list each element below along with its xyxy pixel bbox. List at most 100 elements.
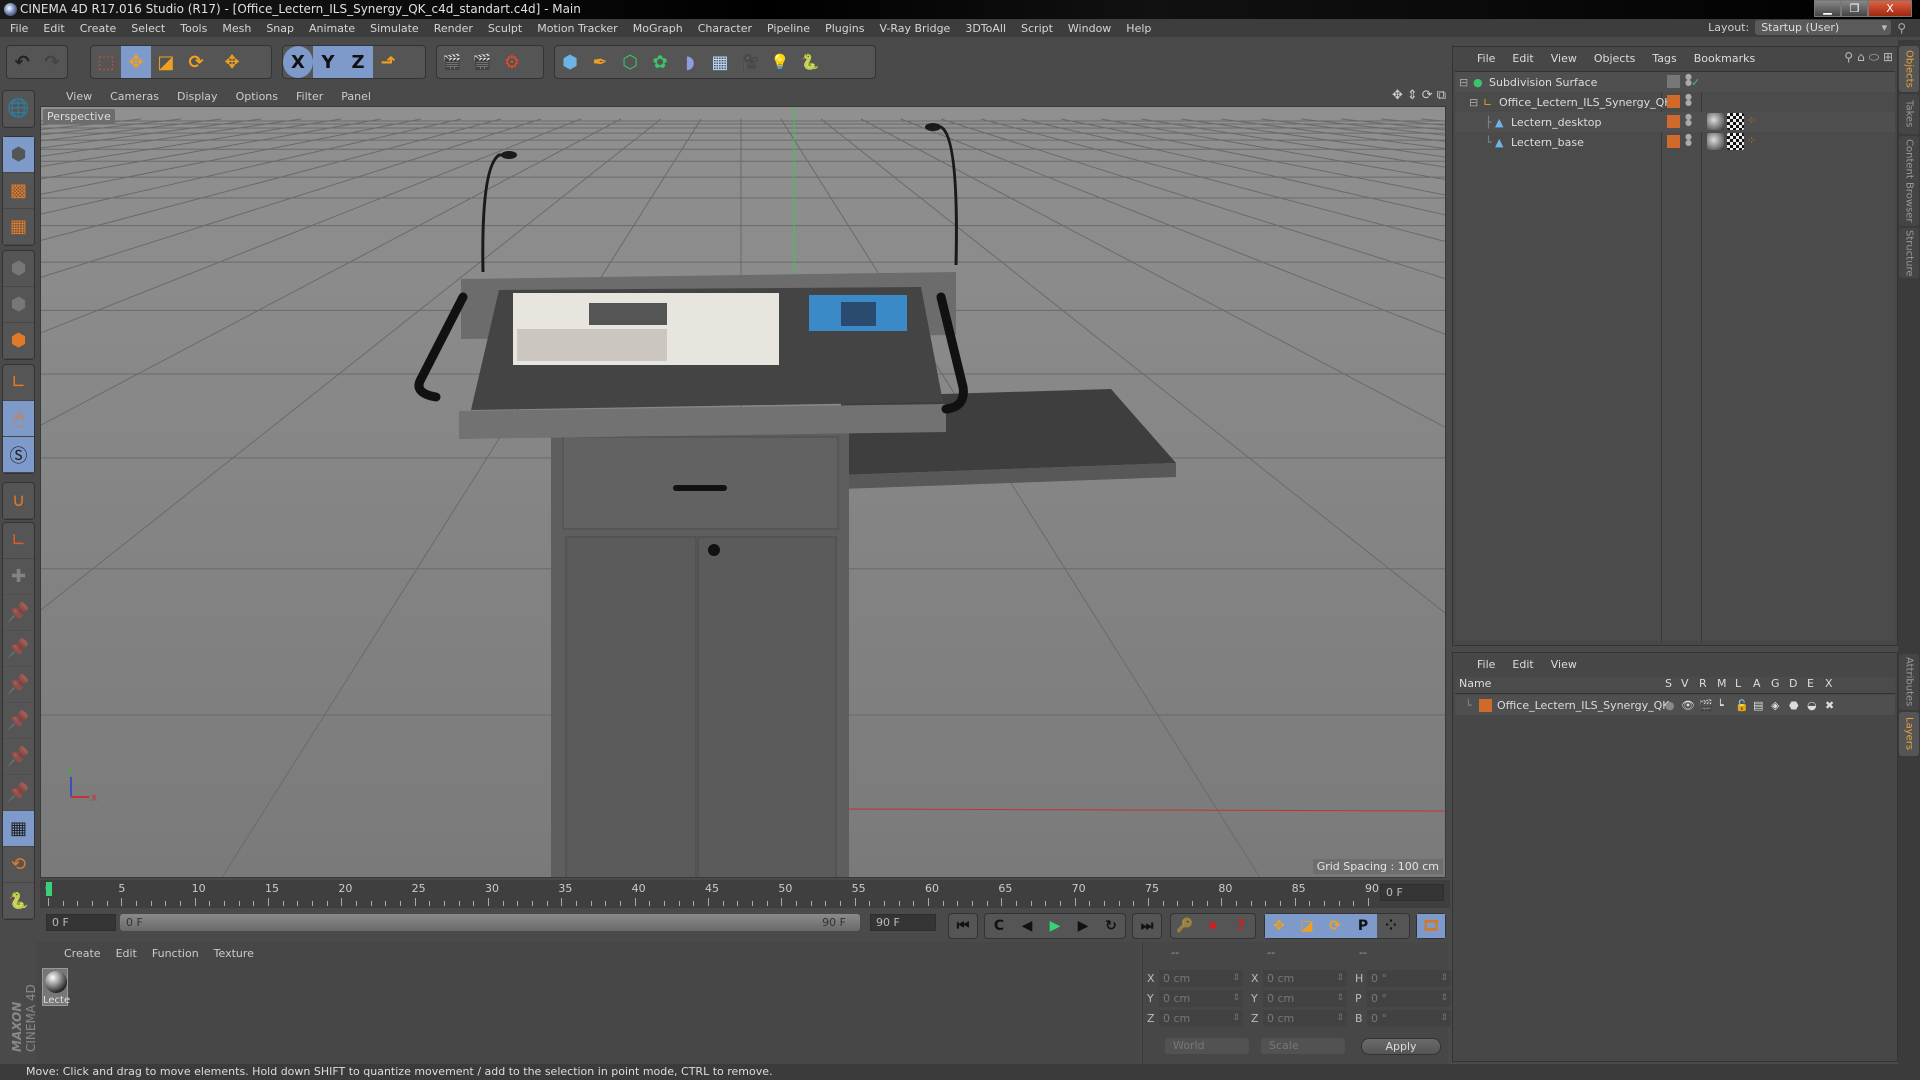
menu-edit[interactable]: Edit — [43, 22, 64, 35]
polygons-mode-icon[interactable]: ⬢ — [3, 323, 34, 359]
selection-tag-icon[interactable]: ⁘ — [1747, 114, 1756, 127]
redo-icon[interactable]: ↷ — [37, 46, 67, 78]
key-position-icon[interactable]: ✥ — [1265, 914, 1293, 938]
om-menu-bookmarks[interactable]: Bookmarks — [1694, 52, 1755, 65]
workplane-axis-icon[interactable]: ∟ — [3, 523, 34, 559]
size-mode-dropdown[interactable]: Scale — [1261, 1038, 1345, 1054]
menu-plugins[interactable]: Plugins — [825, 22, 864, 35]
move-tool-icon[interactable]: ✥ — [121, 46, 151, 78]
om-menu-edit[interactable]: Edit — [1512, 52, 1533, 65]
menu-create[interactable]: Create — [80, 22, 117, 35]
tweak-mode-icon[interactable]: 🖱 — [3, 401, 34, 437]
col-locked[interactable]: L — [1735, 677, 1741, 690]
end-frame-field[interactable]: 90 F — [870, 914, 936, 931]
pan-icon[interactable]: ✥ — [1392, 88, 1403, 103]
light-icon[interactable]: 💡 — [765, 46, 795, 78]
autokey-icon[interactable]: ⏺ — [1199, 914, 1227, 938]
xref-icon[interactable]: ✖ — [1825, 699, 1834, 712]
material-tag-icon[interactable] — [1707, 113, 1724, 130]
layer-swatch[interactable] — [1667, 115, 1680, 128]
pin-psr-icon[interactable]: 📌 — [3, 667, 34, 703]
viewport-menu-filter[interactable]: Filter — [296, 90, 323, 103]
object-row-subdivision[interactable]: ⊟ ● Subdivision Surface ● ● ✓ — [1455, 72, 1895, 92]
pin-r-icon[interactable]: 📌 — [3, 631, 34, 667]
tab-content-browser[interactable]: Content Browser — [1899, 136, 1919, 226]
workplane-mode-icon[interactable]: ▦ — [3, 209, 34, 245]
playhead[interactable] — [46, 882, 52, 896]
camera-icon[interactable]: 🎥 — [735, 46, 765, 78]
key-rotation-icon[interactable]: ⟳ — [1321, 914, 1349, 938]
viewport-menu-view[interactable]: View — [66, 90, 92, 103]
menu-snap[interactable]: Snap — [266, 22, 294, 35]
uvw-tag-icon[interactable] — [1727, 113, 1744, 130]
om-link-icon[interactable]: ⬭ — [1869, 50, 1879, 65]
enabled-check-icon[interactable]: ✓ — [1691, 76, 1700, 89]
om-search-icon[interactable]: ⚲ — [1844, 50, 1853, 65]
rot-h-field[interactable]: 0 ° — [1367, 970, 1451, 987]
lock-workplane-icon[interactable]: ▦ — [3, 811, 34, 847]
layer-swatch[interactable] — [1667, 135, 1680, 148]
om-menu-file[interactable]: File — [1477, 52, 1495, 65]
col-solo[interactable]: S — [1665, 677, 1672, 690]
z-axis-lock-icon[interactable]: Z — [343, 46, 373, 78]
rot-b-field[interactable]: 0 ° — [1367, 1010, 1451, 1027]
size-z-field[interactable]: 0 cm — [1263, 1010, 1347, 1027]
pos-y-field[interactable]: 0 cm — [1159, 990, 1243, 1007]
workplane-rotate-icon[interactable]: ⟲ — [3, 847, 34, 883]
object-row-lectern-desktop[interactable]: ├ ▲ Lectern_desktop ● ● ⁘ — [1455, 112, 1895, 132]
deformer-icon[interactable]: ⬣ — [1789, 699, 1799, 712]
x-axis-lock-icon[interactable]: X — [283, 46, 313, 78]
maximize-view-icon[interactable]: ⧉ — [1437, 88, 1446, 103]
snap-icon[interactable]: Ⓢ — [3, 437, 34, 473]
viewport-menu-options[interactable]: Options — [236, 90, 278, 103]
cube-icon[interactable]: ⬢ — [555, 46, 585, 78]
lm-menu-view[interactable]: View — [1551, 658, 1577, 671]
manager-icon[interactable]: ┕ — [1717, 699, 1724, 712]
floor-icon[interactable]: ▦ — [705, 46, 735, 78]
pen-spline-icon[interactable]: ✒ — [585, 46, 615, 78]
viewport-menu-cameras[interactable]: Cameras — [110, 90, 159, 103]
om-new-window-icon[interactable]: ⊞ — [1883, 50, 1893, 65]
menu-tools[interactable]: Tools — [180, 22, 207, 35]
viewport-3d[interactable]: Y X Perspective Grid Spacing : 100 cm — [40, 106, 1446, 878]
col-name[interactable]: Name — [1459, 677, 1491, 690]
animation-icon[interactable]: ▤ — [1753, 699, 1763, 712]
expression-icon[interactable]: ◒ — [1807, 699, 1817, 712]
tab-takes[interactable]: Takes — [1899, 94, 1919, 134]
python-script-icon[interactable]: 🐍 — [3, 883, 34, 919]
make-editable-icon[interactable]: 🌐 — [3, 91, 34, 127]
om-menu-tags[interactable]: Tags — [1652, 52, 1676, 65]
keyframe-selection-icon[interactable]: ? — [1227, 914, 1255, 938]
col-view[interactable]: V — [1681, 677, 1689, 690]
menu-sculpt[interactable]: Sculpt — [488, 22, 522, 35]
deformer-icon[interactable]: ◗ — [675, 46, 705, 78]
points-mode-icon[interactable]: ⬢ — [3, 251, 34, 287]
om-home-icon[interactable]: ⌂ — [1857, 50, 1865, 65]
col-expressions[interactable]: E — [1807, 677, 1814, 690]
pin-p-icon[interactable]: 📌 — [3, 595, 34, 631]
close-button[interactable]: X — [1868, 0, 1912, 17]
axis-mode-icon[interactable]: ∟ — [3, 365, 34, 401]
edges-mode-icon[interactable]: ⬢ — [3, 287, 34, 323]
layer-swatch[interactable] — [1667, 75, 1680, 88]
undo-icon[interactable]: ↶ — [7, 46, 37, 78]
lock-icon[interactable]: 🔓 — [1735, 699, 1749, 712]
next-key-icon[interactable]: ↻ — [1097, 914, 1125, 938]
tab-structure[interactable]: Structure — [1899, 228, 1919, 278]
menu-help[interactable]: Help — [1126, 22, 1151, 35]
tab-attributes[interactable]: Attributes — [1899, 654, 1919, 710]
col-generators[interactable]: G — [1771, 677, 1780, 690]
key-scale-icon[interactable]: ◪ — [1293, 914, 1321, 938]
orbit-icon[interactable]: ⟳ — [1422, 88, 1433, 103]
render-icon[interactable]: 🎬 — [1699, 699, 1713, 712]
magnet-icon[interactable]: ∪ — [3, 483, 34, 519]
menu-select[interactable]: Select — [131, 22, 165, 35]
texture-mode-icon[interactable]: ▩ — [3, 173, 34, 209]
visibility-dots[interactable]: ● ● — [1685, 93, 1692, 107]
material-menu-texture[interactable]: Texture — [214, 947, 254, 960]
menu-character[interactable]: Character — [698, 22, 752, 35]
subdivision-surface-icon[interactable]: ⬡ — [615, 46, 645, 78]
layer-row[interactable]: └ Office_Lectern_ILS_Synergy_QK ● 👁 🎬 ┕ … — [1455, 695, 1895, 715]
pos-z-field[interactable]: 0 cm — [1159, 1010, 1243, 1027]
pos-x-field[interactable]: 0 cm — [1159, 970, 1243, 987]
